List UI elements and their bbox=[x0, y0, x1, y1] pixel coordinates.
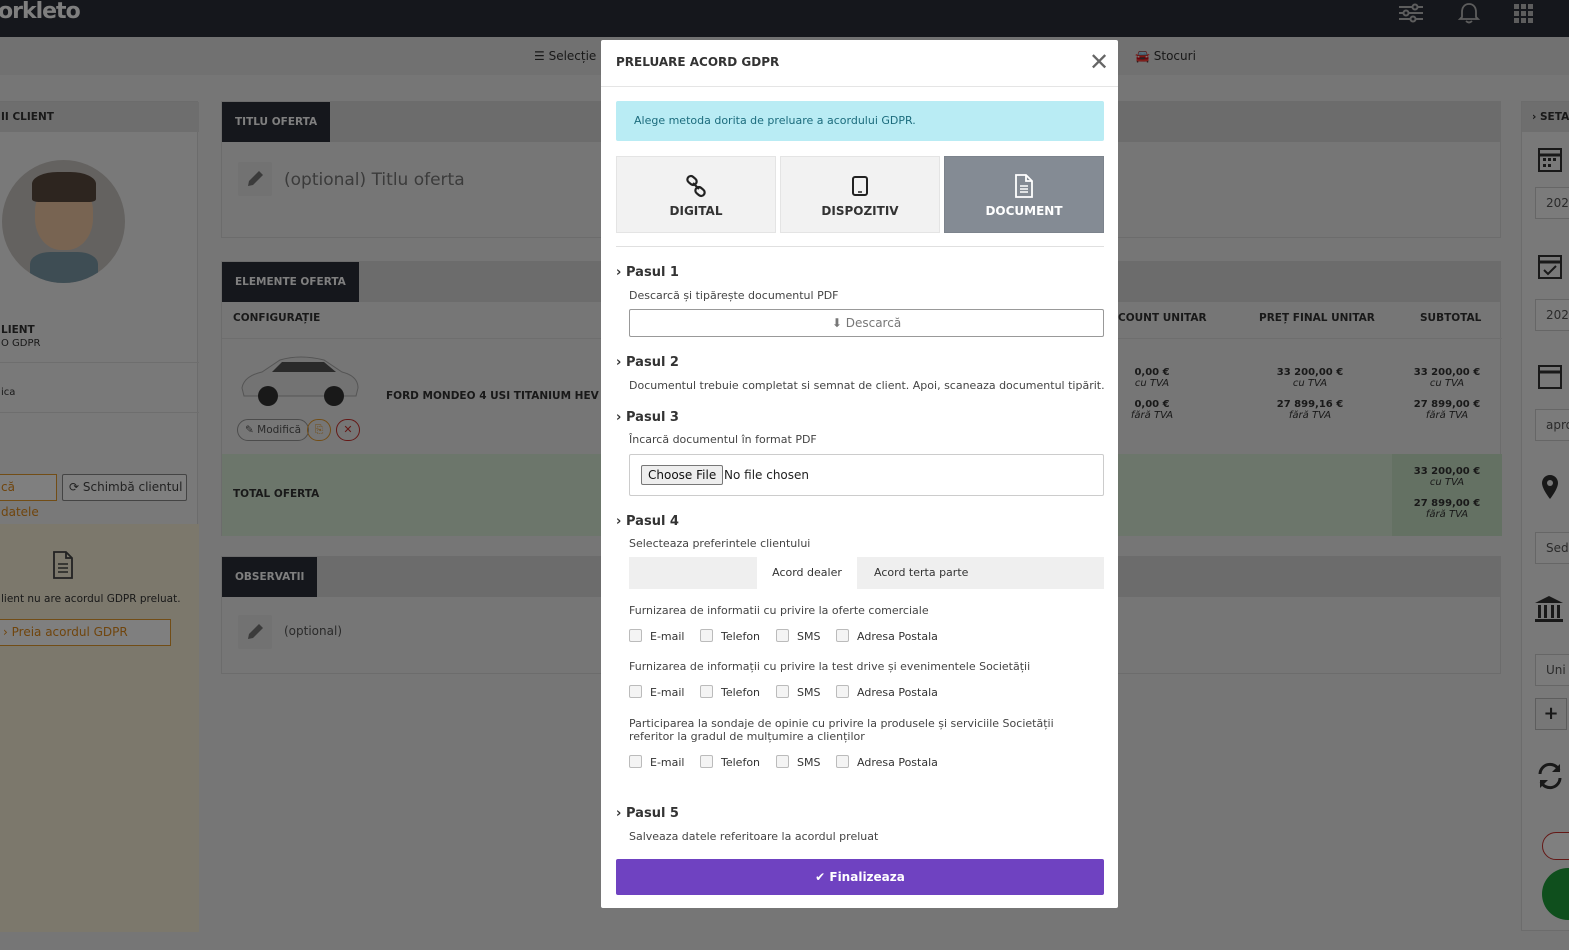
file-status: No file chosen bbox=[724, 468, 810, 482]
step2-description: Documentul trebuie completat si semnat d… bbox=[629, 379, 1105, 392]
close-icon[interactable]: ✕ bbox=[1089, 50, 1109, 74]
step1-description: Descarcă și tipărește documentul PDF bbox=[629, 289, 839, 302]
tab-acord-dealer[interactable]: Acord dealer bbox=[757, 557, 857, 589]
q3-postal-label: Adresa Postala bbox=[857, 756, 938, 769]
q1-sms-label: SMS bbox=[797, 630, 821, 643]
step4-title: Pasul 4 bbox=[626, 514, 679, 529]
q3-email-checkbox[interactable] bbox=[629, 755, 642, 768]
q2-postal-checkbox[interactable] bbox=[836, 685, 849, 698]
method-digital-button[interactable]: DIGITAL bbox=[616, 156, 776, 233]
step3-heading: › Pasul 3 bbox=[616, 410, 679, 425]
q2-email-checkbox[interactable] bbox=[629, 685, 642, 698]
step1-title: Pasul 1 bbox=[626, 265, 679, 280]
chevron-right-icon: › bbox=[616, 514, 622, 529]
download-label: Descarcă bbox=[845, 316, 902, 330]
tablet-icon bbox=[852, 176, 868, 196]
file-upload-field[interactable]: Choose File No file chosen bbox=[629, 454, 1104, 496]
step2-heading: › Pasul 2 bbox=[616, 355, 679, 370]
method-dispozitiv-label: DISPOZITIV bbox=[821, 204, 899, 218]
q1-telefon-label: Telefon bbox=[721, 630, 761, 643]
modal-title: PRELUARE ACORD GDPR bbox=[616, 55, 780, 69]
step2-title: Pasul 2 bbox=[626, 355, 679, 370]
method-dispozitiv-button[interactable]: DISPOZITIV bbox=[780, 156, 940, 233]
link-icon bbox=[686, 174, 706, 198]
document-icon bbox=[1015, 174, 1033, 198]
chevron-right-icon: › bbox=[616, 410, 622, 425]
step5-heading: › Pasul 5 bbox=[616, 806, 679, 821]
chevron-right-icon: › bbox=[616, 355, 622, 370]
download-icon: ⬇ bbox=[831, 316, 842, 330]
step1-heading: › Pasul 1 bbox=[616, 265, 679, 280]
q2-email-label: E-mail bbox=[650, 686, 685, 699]
q3-telefon-label: Telefon bbox=[721, 756, 761, 769]
step4-heading: › Pasul 4 bbox=[616, 514, 679, 529]
q3-telefon-checkbox[interactable] bbox=[700, 755, 713, 768]
step4-description: Selecteaza preferintele clientului bbox=[629, 537, 811, 550]
q3-sms-label: SMS bbox=[797, 756, 821, 769]
q1-postal-checkbox[interactable] bbox=[836, 629, 849, 642]
consent-type-blank bbox=[629, 557, 757, 589]
q1-email-checkbox[interactable] bbox=[629, 629, 642, 642]
q3-email-label: E-mail bbox=[650, 756, 685, 769]
download-button[interactable]: ⬇ Descarcă bbox=[629, 309, 1104, 337]
info-alert: Alege metoda dorita de preluare a acordu… bbox=[616, 101, 1104, 141]
q2-sms-label: SMS bbox=[797, 686, 821, 699]
q2-telefon-label: Telefon bbox=[721, 686, 761, 699]
step3-description: Încarcă documentul în format PDF bbox=[629, 433, 817, 446]
q1-telefon-checkbox[interactable] bbox=[700, 629, 713, 642]
method-document-button[interactable]: DOCUMENT bbox=[944, 156, 1104, 233]
q1-email-label: E-mail bbox=[650, 630, 685, 643]
chevron-right-icon: › bbox=[616, 806, 622, 821]
modal-header-divider bbox=[601, 86, 1118, 87]
q2-telefon-checkbox[interactable] bbox=[700, 685, 713, 698]
method-document-label: DOCUMENT bbox=[985, 204, 1063, 218]
q1-postal-label: Adresa Postala bbox=[857, 630, 938, 643]
chevron-right-icon: › bbox=[616, 265, 622, 280]
pref-question-sondaje: Participarea la sondaje de opinie cu pri… bbox=[629, 717, 1054, 743]
step3-title: Pasul 3 bbox=[626, 410, 679, 425]
methods-divider bbox=[616, 246, 1104, 247]
finalize-label: Finalizeaza bbox=[829, 870, 905, 884]
finalize-button[interactable]: ✔ Finalizeaza bbox=[616, 859, 1104, 895]
q3-postal-checkbox[interactable] bbox=[836, 755, 849, 768]
q2-postal-label: Adresa Postala bbox=[857, 686, 938, 699]
check-icon: ✔ bbox=[815, 870, 826, 884]
q3-sms-checkbox[interactable] bbox=[776, 755, 789, 768]
q1-sms-checkbox[interactable] bbox=[776, 629, 789, 642]
method-digital-label: DIGITAL bbox=[669, 204, 723, 218]
gdpr-modal: PRELUARE ACORD GDPR ✕ Alege metoda dorit… bbox=[601, 40, 1118, 908]
q2-sms-checkbox[interactable] bbox=[776, 685, 789, 698]
step5-title: Pasul 5 bbox=[626, 806, 679, 821]
pref-question-oferte: Furnizarea de informatii cu privire la o… bbox=[629, 604, 929, 617]
choose-file-button[interactable]: Choose File bbox=[641, 465, 724, 485]
step5-description: Salveaza datele referitoare la acordul p… bbox=[629, 830, 879, 843]
tab-acord-terta-parte[interactable]: Acord terta parte bbox=[857, 557, 1104, 589]
pref-question-test-drive: Furnizarea de informații cu privire la t… bbox=[629, 660, 1031, 673]
